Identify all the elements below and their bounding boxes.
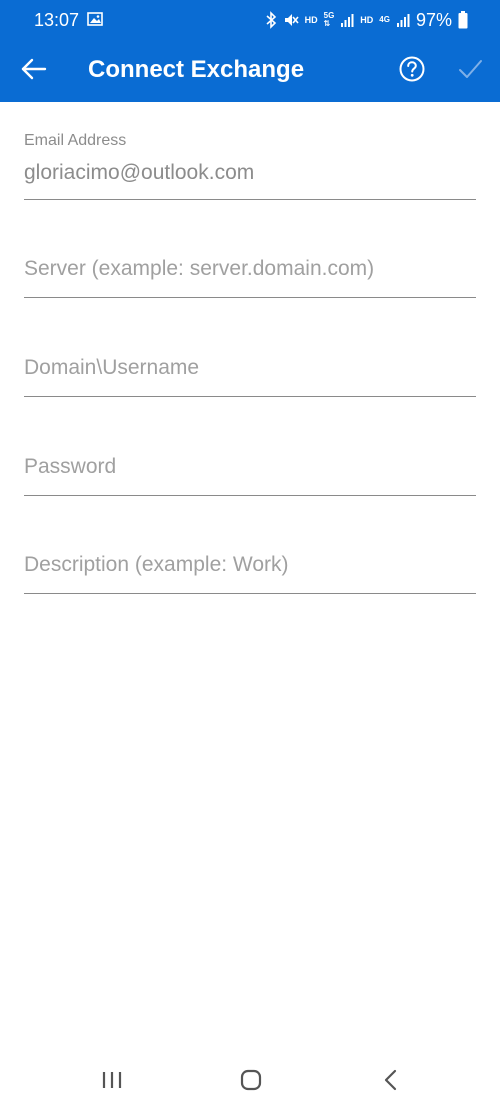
username-input[interactable] — [24, 355, 476, 381]
status-icons: HD 5G ⇅ HD 4G 97% — [265, 9, 468, 31]
help-button[interactable] — [398, 55, 426, 83]
hd-badge-2: HD — [360, 15, 374, 25]
signal-icon-2 — [396, 14, 410, 27]
system-back-button[interactable] — [373, 1064, 409, 1096]
question-circle-icon — [399, 56, 425, 82]
network-5g: 5G ⇅ — [324, 12, 335, 28]
arrow-left-icon — [21, 58, 47, 80]
description-field — [24, 550, 476, 594]
password-input[interactable] — [24, 454, 476, 480]
battery-percent: 97% — [415, 10, 452, 30]
server-input[interactable] — [24, 256, 476, 282]
signal-icon — [341, 14, 354, 27]
email-label: Email Address — [24, 132, 127, 149]
email-input[interactable] — [24, 160, 476, 186]
description-input[interactable] — [24, 552, 476, 578]
recent-apps-icon — [102, 1072, 122, 1088]
server-field — [24, 254, 476, 298]
recent-apps-button[interactable] — [94, 1064, 130, 1096]
status-bar: 13:07 HD 5G ⇅ HD 4G 97% — [0, 0, 500, 40]
system-nav-bar — [0, 1050, 500, 1111]
email-field: Email Address — [24, 132, 476, 200]
page-title: Connect Exchange — [88, 56, 305, 83]
image-icon — [87, 12, 103, 26]
header: 13:07 HD 5G ⇅ HD 4G 97% Connect Exchange — [0, 0, 500, 102]
app-bar: Connect Exchange — [0, 40, 500, 102]
network-4g-label: 4G — [379, 15, 390, 24]
mute-icon — [284, 14, 299, 26]
battery-icon — [458, 11, 468, 29]
home-icon — [240, 1069, 262, 1091]
username-field — [24, 353, 476, 397]
status-time: 13:07 — [34, 10, 80, 30]
home-button[interactable] — [233, 1064, 269, 1096]
network-4g: 4G — [379, 16, 390, 24]
back-button[interactable] — [18, 53, 50, 85]
checkmark-icon — [459, 60, 482, 78]
confirm-button[interactable] — [456, 55, 484, 83]
hd-badge: HD — [304, 15, 318, 25]
bluetooth-icon — [266, 11, 276, 29]
password-field — [24, 452, 476, 496]
data-arrows-icon: ⇅ — [323, 19, 331, 28]
back-icon — [384, 1069, 397, 1091]
